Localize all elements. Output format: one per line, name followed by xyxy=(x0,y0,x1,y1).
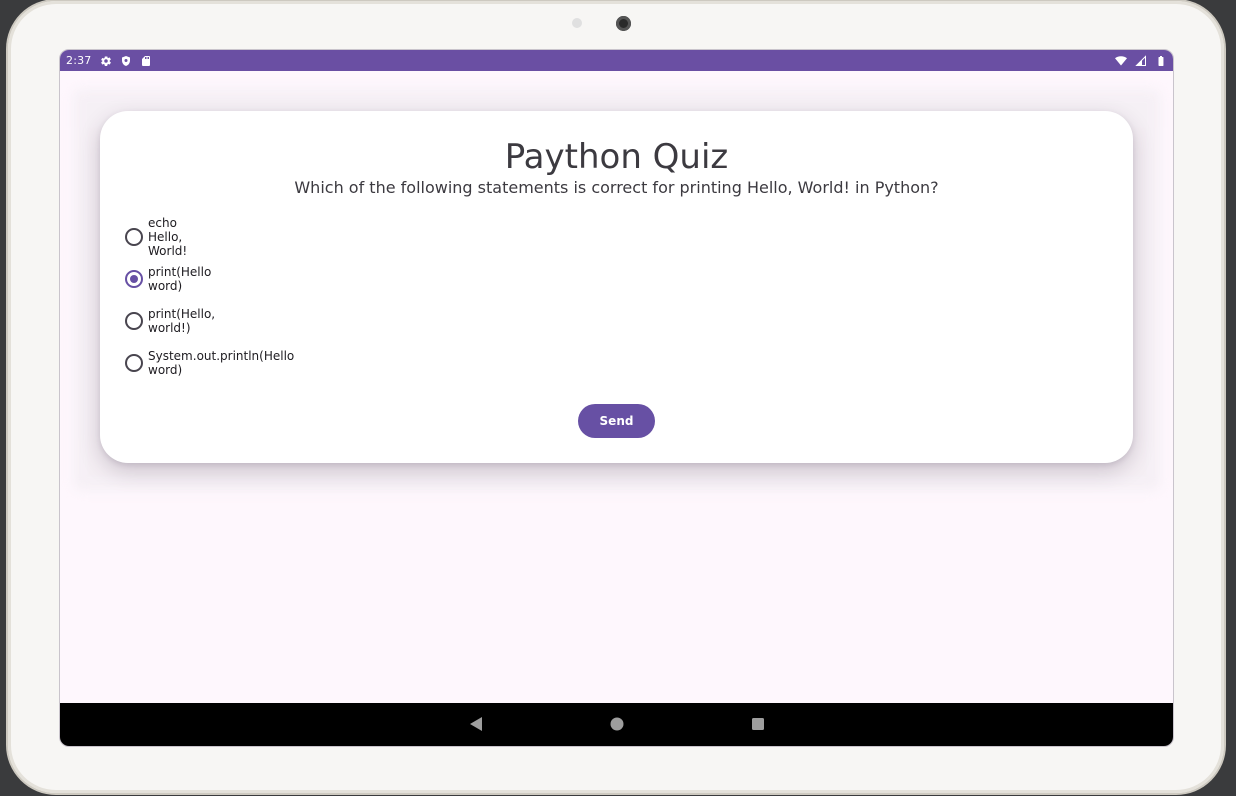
radio-button-selected[interactable] xyxy=(125,270,143,288)
sd-card-icon xyxy=(140,55,152,67)
wifi-icon xyxy=(1115,55,1127,67)
status-time: 2:37 xyxy=(66,54,92,67)
status-bar: 2:37 xyxy=(60,50,1173,71)
home-icon[interactable] xyxy=(609,716,625,732)
radio-button[interactable] xyxy=(125,354,143,372)
radio-button[interactable] xyxy=(125,228,143,246)
status-bar-right xyxy=(1115,54,1167,67)
option-label: print(Hello, world!) xyxy=(148,307,216,335)
option-label: System.out.println(Hello word) xyxy=(148,349,295,377)
option-label: echo Hello, World! xyxy=(148,216,188,258)
option-print-hello-word[interactable]: print(Hello word) xyxy=(125,265,212,293)
option-label: print(Hello word) xyxy=(148,265,212,293)
option-echo[interactable]: echo Hello, World! xyxy=(125,216,187,258)
quiz-title: Paython Quiz xyxy=(504,137,729,177)
navigation-bar xyxy=(60,703,1173,746)
radio-button[interactable] xyxy=(125,312,143,330)
status-bar-left: 2:37 xyxy=(66,54,152,67)
battery-icon xyxy=(1155,55,1167,67)
back-icon[interactable] xyxy=(468,716,484,732)
recents-icon[interactable] xyxy=(750,716,766,732)
shield-icon xyxy=(120,55,132,67)
device-screen: 2:37 Paython Quiz Which of the following… xyxy=(59,49,1174,747)
settings-icon xyxy=(100,55,112,67)
cellular-signal-icon xyxy=(1135,54,1147,67)
quiz-card: Paython Quiz Which of the following stat… xyxy=(100,111,1133,463)
option-system-out-println[interactable]: System.out.println(Hello word) xyxy=(125,349,295,377)
light-sensor xyxy=(572,18,582,28)
front-camera xyxy=(616,16,631,31)
quiz-question: Which of the following statements is cor… xyxy=(294,178,939,197)
option-print-hello-world[interactable]: print(Hello, world!) xyxy=(125,307,216,335)
send-button[interactable]: Send xyxy=(578,404,655,438)
